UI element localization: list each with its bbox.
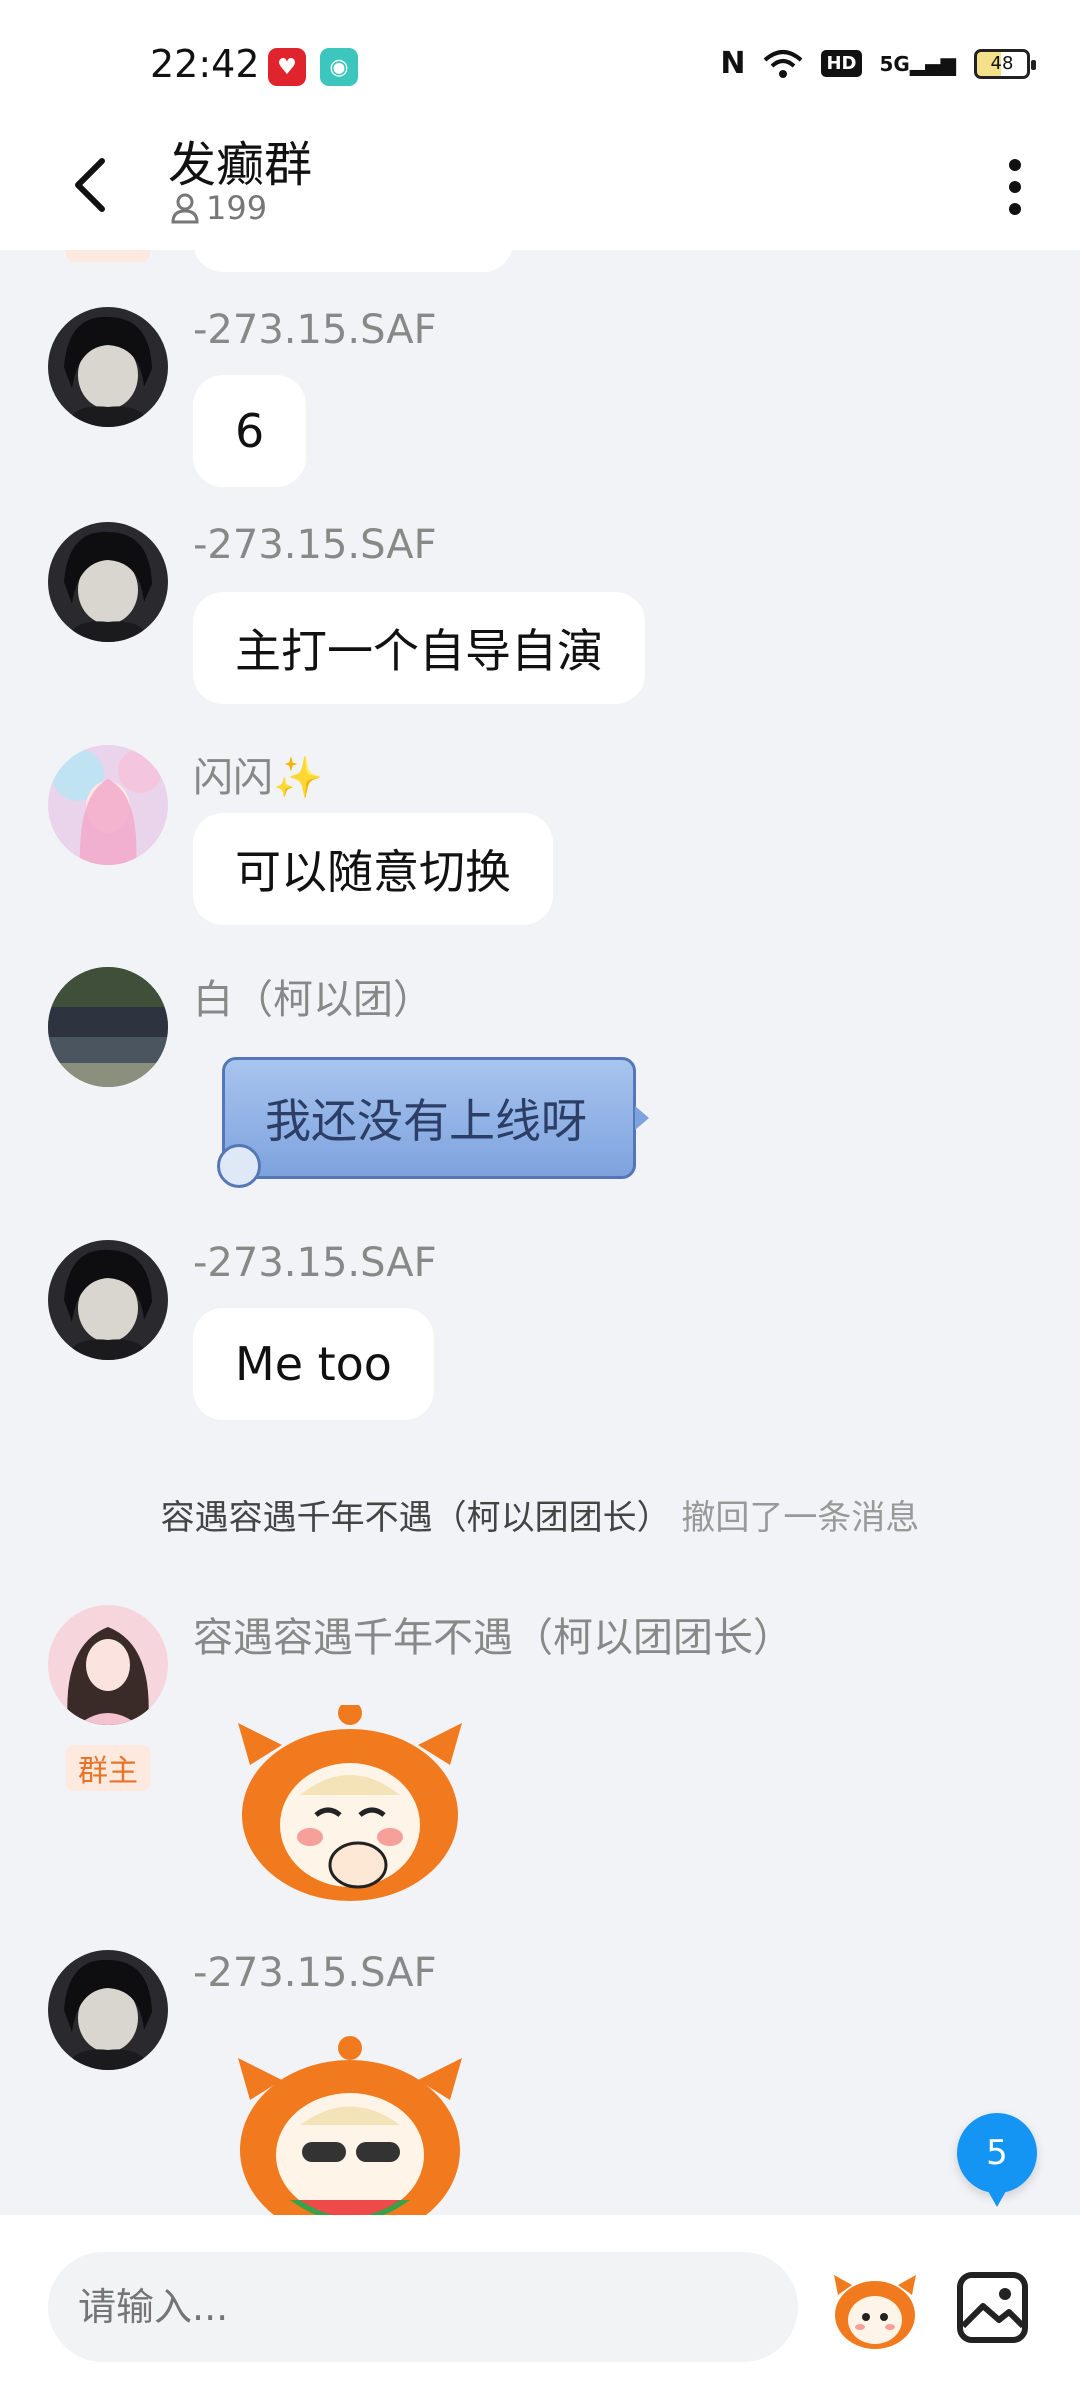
avatar[interactable]: [48, 1605, 168, 1725]
person-icon: [171, 193, 199, 224]
back-button[interactable]: [55, 150, 125, 220]
wifi-icon: [764, 49, 803, 78]
image-icon: [957, 2272, 1028, 2343]
notification-app-icon-2: ◉: [320, 48, 358, 86]
avatar[interactable]: [48, 1950, 168, 2070]
avatar[interactable]: [48, 745, 168, 865]
notification-app-icon: ♥: [268, 48, 306, 86]
message-bubble[interactable]: Me too: [193, 1308, 434, 1420]
sender-name: 容遇容遇千年不遇（柯以团团长）: [193, 1615, 793, 1661]
message-text: 我还没有上线呀: [265, 1094, 587, 1148]
avatar[interactable]: [48, 1240, 168, 1360]
bubble-decoration-icon: [217, 1144, 261, 1188]
message-item: 闪闪✨ 可以随意切换: [0, 745, 1080, 945]
member-count-label: 199: [206, 189, 268, 227]
eating-watermelon-mascot-sticker[interactable]: [230, 2030, 470, 2215]
sender-name: -273.15.SAF: [193, 307, 437, 353]
group-title[interactable]: 发癫群: [168, 125, 312, 195]
avatar[interactable]: [48, 967, 168, 1087]
unread-count-badge[interactable]: 5: [957, 2113, 1037, 2207]
sender-name: -273.15.SAF: [193, 522, 437, 568]
signal-icon: 5G▂▄▆: [879, 51, 957, 76]
member-count[interactable]: 199: [170, 189, 267, 227]
sender-name: 白（柯以团）: [193, 977, 433, 1023]
sender-name: -273.15.SAF: [193, 1950, 437, 1996]
mascot-emoji-icon: [834, 2275, 916, 2349]
message-item: -273.15.SAF 主打一个自导自演: [0, 522, 1080, 722]
more-vertical-icon: [1009, 159, 1021, 215]
decorated-message-bubble[interactable]: 我还没有上线呀: [217, 1057, 649, 1188]
recall-notice: 容遇容遇千年不遇（柯以团团长） 撤回了一条消息: [0, 1490, 1080, 1539]
hd-icon: HD: [821, 50, 862, 77]
previous-badge-fragment: [66, 250, 150, 262]
sender-name: -273.15.SAF: [193, 1240, 437, 1286]
avatar[interactable]: [48, 522, 168, 642]
message-bubble[interactable]: 主打一个自导自演: [193, 592, 645, 704]
message-item: -273.15.SAF: [0, 1950, 1080, 2215]
message-item: -273.15.SAF Me too: [0, 1240, 1080, 1440]
image-picker-button[interactable]: [955, 2270, 1030, 2345]
message-list[interactable]: -273.15.SAF 6 -273.15.SAF 主打一个自导自演 闪闪✨ 可…: [0, 250, 1080, 2215]
message-bubble[interactable]: 可以随意切换: [193, 813, 553, 925]
nfc-icon: N: [720, 46, 746, 81]
more-options-button[interactable]: [980, 147, 1050, 227]
laughing-mascot-sticker[interactable]: [230, 1701, 470, 1905]
input-bar: [0, 2215, 1080, 2400]
owner-badge: 群主: [66, 1745, 150, 1791]
message-item: -273.15.SAF 6: [0, 307, 1080, 507]
bubble-tail-icon: [635, 1106, 649, 1130]
message-item: 群主 容遇容遇千年不遇（柯以团团长）: [0, 1605, 1080, 1925]
chevron-left-icon: [75, 158, 105, 212]
status-time: 22:42: [150, 42, 260, 86]
sender-name: 闪闪✨: [193, 755, 323, 801]
battery-level: 48: [990, 53, 1014, 74]
avatar[interactable]: [48, 307, 168, 427]
status-icons: N HD 5G▂▄▆ 48: [720, 46, 1036, 81]
recall-action: 撤回了一条消息: [681, 1498, 920, 1538]
message-input[interactable]: [48, 2252, 798, 2362]
status-bar: 22:42 ♥ ◉ N HD 5G▂▄▆ 48: [0, 0, 1080, 125]
previous-bubble-fragment: [193, 250, 513, 272]
emoji-sticker-button[interactable]: [830, 2265, 920, 2355]
message-bubble[interactable]: 6: [193, 375, 307, 487]
recall-actor[interactable]: 容遇容遇千年不遇（柯以团团长）: [161, 1498, 671, 1538]
message-item: 白（柯以团） 我还没有上线呀: [0, 967, 1080, 1207]
unread-count: 5: [986, 2133, 1008, 2173]
chat-header: 发癫群 199: [0, 125, 1080, 250]
battery-icon: 48: [974, 48, 1036, 79]
